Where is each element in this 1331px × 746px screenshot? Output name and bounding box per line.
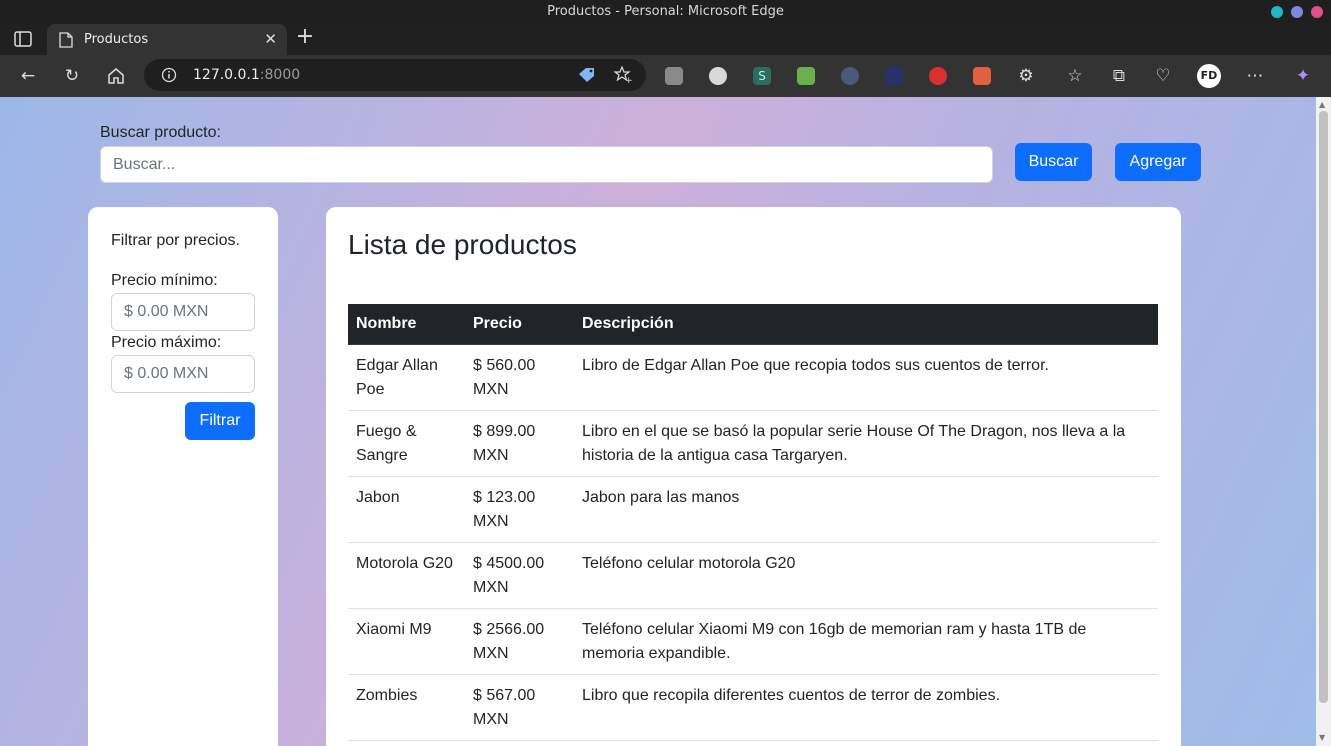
extension-cursor-icon[interactable] [841,67,859,85]
header-description: Descripción [574,304,1158,345]
product-price: $ 567.00 MXN [465,674,574,741]
product-price: $ 560.00 MXN [465,344,574,411]
product-description: Teléfono celular motorola G20 [574,542,1158,609]
table-header-row: Nombre Precio Descripción [348,304,1158,345]
back-icon[interactable]: ← [16,64,40,88]
product-description: Jabon para las manos [574,476,1158,543]
coupon-tag-icon[interactable] [578,67,596,83]
table-row[interactable]: Zombies $ 567.00 MXN Libro que recopila … [348,674,1158,741]
minimize-dot-icon[interactable] [1271,6,1283,18]
new-tab-icon[interactable]: + [294,26,316,49]
close-tab-icon[interactable]: ✕ [264,30,277,48]
browser-essentials-icon[interactable]: ♡ [1151,64,1175,88]
maximize-dot-icon[interactable] [1291,6,1303,18]
extension-json-icon[interactable] [885,67,903,85]
page-scrollbar[interactable]: ▲ ▼ [1316,97,1331,746]
search-button[interactable]: Buscar [1015,143,1092,181]
more-menu-icon[interactable]: ⋯ [1243,64,1267,88]
extension-s-icon[interactable]: S [753,67,771,85]
extension-copy-icon[interactable] [665,67,683,85]
min-price-label: Precio mínimo: [111,272,218,289]
product-description: Teléfono celular Xiaomi M9 con 16gb de m… [574,608,1158,675]
site-info-icon[interactable] [161,67,177,83]
extension-download-icon[interactable] [797,67,815,85]
header-name: Nombre [348,304,465,345]
table-row[interactable]: Edgar Allan Poe $ 560.00 MXN Libro de Ed… [348,344,1158,411]
copilot-icon[interactable]: ✦ [1291,64,1315,88]
filter-title: Filtrar por precios. [111,232,240,249]
favorites-icon[interactable]: ☆ [1063,64,1087,88]
product-list-card: Lista de productos Nombre Precio Descrip… [326,207,1181,746]
browser-toolbar: ← ↻ 127.0.0.1:8000 + S ⚙ ☆ ⧉ ♡ FD ⋯ ✦ [0,55,1331,97]
scrollbar-thumb[interactable] [1319,111,1328,703]
profile-avatar-icon[interactable]: FD [1197,64,1221,88]
header-price: Precio [465,304,574,345]
window-title-bar: Productos - Personal: Microsoft Edge [0,0,1331,23]
max-price-input[interactable] [111,355,255,393]
add-product-button[interactable]: Agregar [1115,143,1201,181]
product-price: $ 123.00 MXN [465,476,574,543]
filter-button[interactable]: Filtrar [185,402,255,440]
product-name: Edgar Allan Poe [348,344,465,411]
close-dot-icon[interactable] [1311,6,1323,18]
page-viewport: Buscar producto: Buscar Agregar Filtrar … [0,97,1316,746]
extension-eyes-icon[interactable] [709,67,727,85]
window-title: Productos - Personal: Microsoft Edge [547,4,784,19]
product-name: Fuego & Sangre [348,410,465,477]
url-text[interactable]: 127.0.0.1:8000 [193,67,300,83]
url-port: :8000 [259,67,301,83]
max-price-label: Precio máximo: [111,334,222,351]
product-name: Motorola G20 [348,542,465,609]
tab-title: Productos [84,32,149,47]
tab-strip: Productos ✕ + [0,23,1331,55]
search-label: Buscar producto: [100,124,221,141]
collections-icon[interactable]: ⧉ [1107,64,1131,88]
product-description: Libro en el que se basó la popular serie… [574,410,1158,477]
product-price: $ 899.00 MXN [465,410,574,477]
table-row[interactable]: Fuego & Sangre $ 899.00 MXN Libro en el … [348,410,1158,477]
address-bar[interactable]: 127.0.0.1:8000 + [144,59,646,91]
table-row[interactable]: Xiaomi M9 $ 2566.00 MXN Teléfono celular… [348,608,1158,675]
tab-productos[interactable]: Productos ✕ [47,24,287,55]
refresh-icon[interactable]: ↻ [60,64,84,88]
scroll-up-icon[interactable]: ▲ [1319,100,1325,109]
extension-stop-icon[interactable] [929,67,947,85]
tab-actions-icon[interactable] [14,31,32,47]
min-price-input[interactable] [111,293,255,331]
search-input[interactable] [100,146,993,183]
products-table: Nombre Precio Descripción Edgar Allan Po… [348,304,1158,741]
scroll-down-icon[interactable]: ▼ [1319,733,1325,742]
page-icon [59,32,73,48]
product-name: Xiaomi M9 [348,608,465,675]
add-favorite-icon[interactable]: + [614,66,632,84]
product-description: Libro de Edgar Allan Poe que recopia tod… [574,344,1158,411]
table-row[interactable]: Motorola G20 $ 4500.00 MXN Teléfono celu… [348,542,1158,609]
price-filter-card: Filtrar por precios. Precio mínimo: Prec… [88,207,278,746]
svg-text:+: + [625,76,632,84]
home-icon[interactable] [106,66,126,86]
product-description: Libro que recopila diferentes cuentos de… [574,674,1158,741]
page-title: Lista de productos [348,229,577,260]
url-host: 127.0.0.1 [193,67,260,83]
extensions-puzzle-icon[interactable]: ⚙ [1014,64,1038,88]
window-controls [1271,6,1323,18]
product-name: Zombies [348,674,465,741]
product-name: Jabon [348,476,465,543]
table-row[interactable]: Jabon $ 123.00 MXN Jabon para las manos [348,476,1158,543]
product-price: $ 4500.00 MXN [465,542,574,609]
product-price: $ 2566.00 MXN [465,608,574,675]
extension-network-icon[interactable] [973,67,991,85]
